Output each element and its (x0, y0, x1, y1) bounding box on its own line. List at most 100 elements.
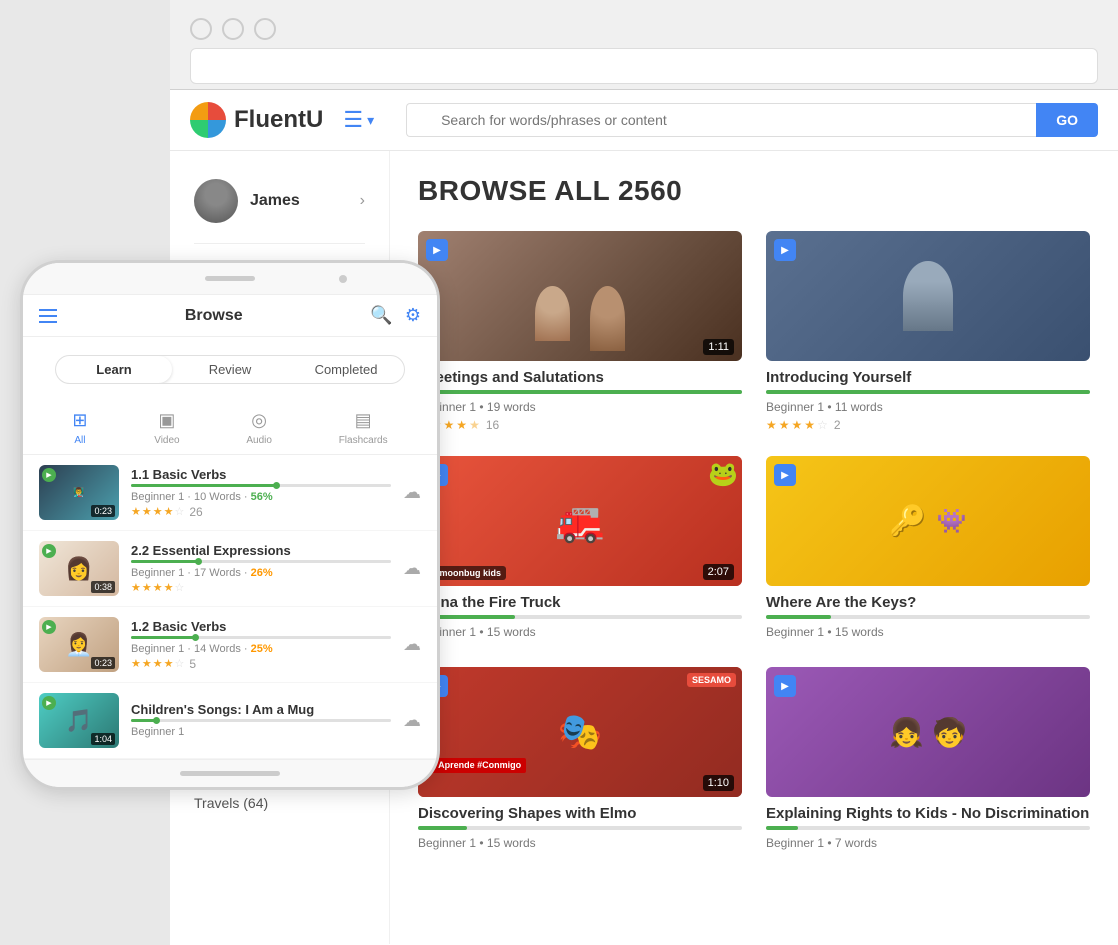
progress-fill-elmo (418, 826, 467, 830)
list-item-1[interactable]: 👩 0:38 ▶ 2.2 Essential Expressions Begin… (23, 531, 437, 607)
phone-tab-completed[interactable]: Completed (288, 356, 404, 383)
video-title-elmo: Discovering Shapes with Elmo (418, 805, 742, 822)
phone-title: Browse (185, 307, 243, 325)
list-progress-dot-1 (195, 558, 202, 565)
list-progress-2 (131, 636, 391, 639)
download-icon-2[interactable]: ☁ (403, 634, 421, 655)
play-icon-rights[interactable]: ▶ (774, 675, 796, 697)
video-card-introducing[interactable]: ▶ Introducing Yourself Beginner 1 • 11 w… (766, 231, 1090, 432)
list-progress-fill-0 (131, 484, 277, 487)
video-card-keys[interactable]: 🔑 👾 ▶ Where Are the Keys? Beginner 1 • 1… (766, 456, 1090, 643)
phone-view-tabs: ⊞ All ▣ Video ◎ Audio ▤ Flashcards (23, 402, 437, 455)
profile-arrow[interactable]: › (360, 192, 365, 210)
list-stars-0: ★★★★☆ 26 (131, 505, 391, 519)
browser-close[interactable] (190, 18, 212, 40)
hamburger-button[interactable]: ☰ ▾ (343, 107, 374, 133)
list-stars-1: ★★★★☆ (131, 581, 391, 594)
phone-menu-button[interactable] (39, 309, 57, 323)
list-item-3[interactable]: 🎵 1:04 ▶ Children's Songs: I Am a Mug Be… (23, 683, 437, 759)
video-info-introducing: Introducing Yourself Beginner 1 • 11 wor… (766, 369, 1090, 432)
view-tab-video[interactable]: ▣ Video (154, 410, 179, 446)
video-info-fiona: Fiona the Fire Truck Beginner 1 • 15 wor… (418, 594, 742, 639)
view-tab-flashcards[interactable]: ▤ Flashcards (339, 410, 388, 446)
logo: FluentU (190, 102, 323, 138)
video-thumb-rights: 👧 🧒 ▶ (766, 667, 1090, 797)
video-title-introducing: Introducing Yourself (766, 369, 1090, 386)
phone-tab-review[interactable]: Review (172, 356, 288, 383)
list-meta-2: Beginner 1 · 14 Words · 25% (131, 643, 391, 655)
progress-fill-introducing (766, 390, 1090, 394)
dropdown-arrow: ▾ (367, 112, 374, 129)
phone-mockup: Browse 🔍 ⚙ Learn Review Completed ⊞ All … (20, 260, 440, 790)
phone-tabs-container: Learn Review Completed (55, 355, 405, 384)
grid-icon: ⊞ (72, 410, 87, 431)
progress-bar-rights (766, 826, 1090, 830)
phone-camera (339, 275, 347, 283)
browse-area: BROWSE ALL 2560 1:11 ▶ (390, 151, 1118, 944)
video-thumb-fiona: 🚒 🐸 2:07 m moonbug kids ▶ (418, 456, 742, 586)
video-thumb-elmo: 🎭 SESAMO ▶ Aprende #Conmigo 1:10 ▶ (418, 667, 742, 797)
progress-bar-elmo (418, 826, 742, 830)
download-icon-0[interactable]: ☁ (403, 482, 421, 503)
video-card-greetings[interactable]: 1:11 ▶ Greetings and Salutations Beginne… (418, 231, 742, 432)
play-icon-introducing[interactable]: ▶ (774, 239, 796, 261)
video-thumb-greetings: 1:11 ▶ (418, 231, 742, 361)
phone-tab-learn[interactable]: Learn (56, 356, 172, 383)
list-play-0: ▶ (42, 468, 56, 482)
video-thumb-keys: 🔑 👾 ▶ (766, 456, 1090, 586)
video-meta-keys: Beginner 1 • 15 words (766, 625, 1090, 639)
video-title-greetings: Greetings and Salutations (418, 369, 742, 386)
flashcard-icon: ▤ (355, 410, 372, 431)
list-duration-0: 0:23 (91, 505, 115, 517)
download-icon-1[interactable]: ☁ (403, 558, 421, 579)
list-title-1: 2.2 Essential Expressions (131, 543, 391, 558)
phone-filter-icon[interactable]: ⚙ (405, 305, 421, 326)
list-info-0: 1.1 Basic Verbs Beginner 1 · 10 Words · … (131, 467, 391, 519)
list-thumb-1: 👩 0:38 ▶ (39, 541, 119, 596)
avatar-image (194, 179, 238, 223)
profile-name: James (250, 192, 300, 210)
video-stars-introducing: ★★★★☆ 2 (766, 418, 1090, 432)
phone-main-tabs: Learn Review Completed (23, 337, 437, 402)
video-card-rights[interactable]: 👧 🧒 ▶ Explaining Rights to Kids - No Dis… (766, 667, 1090, 854)
list-thumb-0: 👨‍🏫 0:23 ▶ (39, 465, 119, 520)
list-item-0[interactable]: 👨‍🏫 0:23 ▶ 1.1 Basic Verbs Beginner 1 · … (23, 455, 437, 531)
list-progress-dot-2 (192, 634, 199, 641)
video-card-elmo[interactable]: 🎭 SESAMO ▶ Aprende #Conmigo 1:10 ▶ Disco… (418, 667, 742, 854)
view-tab-audio[interactable]: ◎ Audio (246, 410, 272, 446)
duration-badge-greetings: 1:11 (703, 339, 734, 355)
list-title-3: Children's Songs: I Am a Mug (131, 702, 391, 717)
play-icon-greetings[interactable]: ▶ (426, 239, 448, 261)
list-item-2[interactable]: 👩‍💼 0:23 ▶ 1.2 Basic Verbs Beginner 1 · … (23, 607, 437, 683)
browser-maximize[interactable] (254, 18, 276, 40)
audio-icon: ◎ (251, 410, 267, 431)
video-icon: ▣ (158, 410, 175, 431)
address-bar[interactable] (190, 48, 1098, 84)
search-input[interactable] (406, 103, 1036, 137)
list-play-3: ▶ (42, 696, 56, 710)
video-meta-elmo: Beginner 1 • 15 words (418, 836, 742, 850)
phone-speaker (205, 276, 255, 281)
topic-travels[interactable]: Travels (64) (194, 790, 365, 816)
view-tab-all[interactable]: ⊞ All (72, 410, 87, 446)
list-duration-1: 0:38 (91, 581, 115, 593)
list-meta-0: Beginner 1 · 10 Words · 56% (131, 491, 391, 503)
phone-search-icon[interactable]: 🔍 (370, 305, 392, 326)
browser-minimize[interactable] (222, 18, 244, 40)
progress-bar-keys (766, 615, 1090, 619)
play-icon-keys[interactable]: ▶ (774, 464, 796, 486)
go-button[interactable]: GO (1036, 103, 1098, 137)
list-progress-0 (131, 484, 391, 487)
download-icon-3[interactable]: ☁ (403, 710, 421, 731)
list-thumb-2: 👩‍💼 0:23 ▶ (39, 617, 119, 672)
progress-bar-introducing (766, 390, 1090, 394)
duration-badge-elmo: 1:10 (703, 775, 734, 791)
video-card-fiona[interactable]: 🚒 🐸 2:07 m moonbug kids ▶ Fiona the Fire… (418, 456, 742, 643)
list-stars-2: ★★★★☆ 5 (131, 657, 391, 671)
progress-fill-greetings (418, 390, 742, 394)
list-progress-1 (131, 560, 391, 563)
list-play-1: ▶ (42, 544, 56, 558)
list-info-2: 1.2 Basic Verbs Beginner 1 · 14 Words · … (131, 619, 391, 671)
list-meta-1: Beginner 1 · 17 Words · 26% (131, 567, 391, 579)
profile-section: James › (194, 171, 365, 244)
